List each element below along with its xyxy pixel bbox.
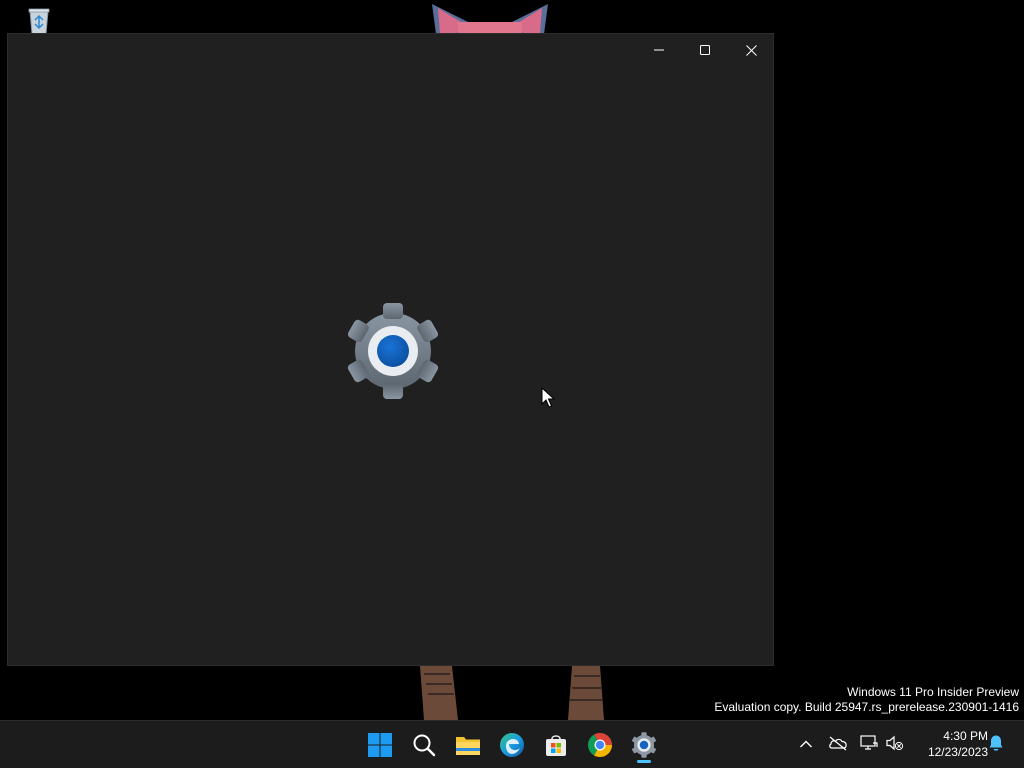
watermark-line-2: Evaluation copy. Build 25947.rs_prerelea… [714,700,1019,714]
windows-logo-icon [367,732,393,758]
onedrive-icon [828,735,848,756]
clock-date: 12/23/2023 [927,745,988,759]
show-hidden-icons-button[interactable] [794,733,818,757]
microsoft-store-button[interactable] [539,728,573,762]
mouse-cursor-icon [541,386,556,409]
volume-tray-button[interactable] [883,733,907,757]
wallpaper-character-feet [410,666,610,720]
onedrive-tray-button[interactable] [826,733,850,757]
taskbar: 4:30 PM 12/23/2023 [0,720,1024,768]
folder-icon [455,734,481,756]
wallpaper-character-ears [428,0,552,34]
search-icon [412,733,436,757]
start-button[interactable] [363,728,397,762]
clock-time: 4:30 PM [943,729,988,743]
file-explorer-button[interactable] [451,728,485,762]
settings-gear-icon [344,302,442,400]
chrome-icon [587,732,613,758]
chevron-up-icon [799,736,813,754]
settings-gear-icon [631,732,657,758]
close-icon [745,44,757,56]
close-button[interactable] [728,34,774,66]
edge-button[interactable] [495,728,529,762]
settings-taskbar-button[interactable] [627,728,661,762]
desktop: Windows 11 Pro Insider Preview Evaluatio… [0,0,1024,720]
settings-window[interactable] [7,33,774,666]
maximize-button[interactable] [682,34,728,66]
watermark-line-1: Windows 11 Pro Insider Preview [847,685,1019,699]
taskbar-clock[interactable]: 4:30 PM 12/23/2023 [912,728,988,760]
store-icon [544,733,568,757]
chrome-button[interactable] [583,728,617,762]
notification-center-button[interactable] [984,733,1008,757]
minimize-button[interactable] [636,34,682,66]
volume-muted-icon [886,735,904,756]
minimize-icon [654,45,664,55]
network-icon [860,734,878,756]
settings-active-indicator [637,760,651,763]
search-button[interactable] [407,728,441,762]
notification-bell-icon [988,734,1004,757]
evaluation-watermark: Windows 11 Pro Insider Preview Evaluatio… [714,685,1019,715]
maximize-icon [700,45,710,55]
recycle-bin-icon[interactable] [24,6,54,36]
window-titlebar[interactable] [8,34,773,66]
edge-icon [499,732,525,758]
network-tray-button[interactable] [857,733,881,757]
